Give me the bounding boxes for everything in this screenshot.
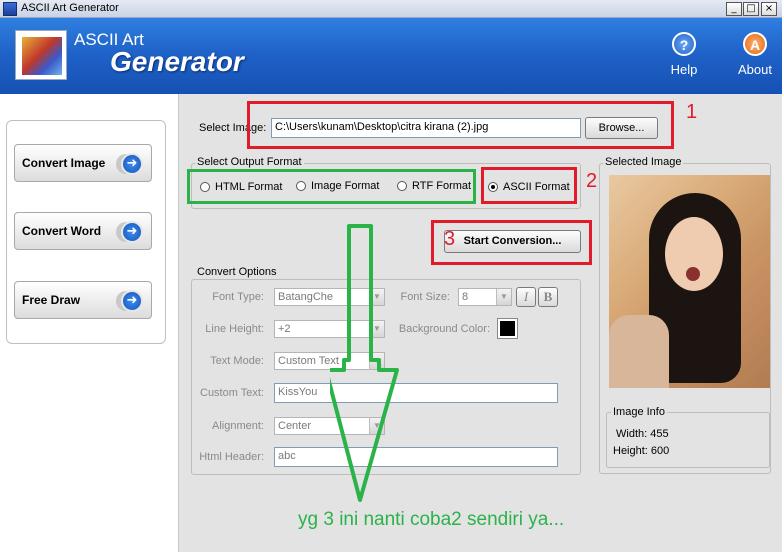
maximize-button[interactable]: □ (743, 2, 759, 16)
about-label: About (738, 62, 772, 77)
annotation-number-2: 2 (586, 170, 598, 192)
help-button[interactable]: ? Help (659, 32, 709, 82)
nav-label: Convert Word (22, 224, 102, 238)
html-format-label: HTML Format (215, 181, 283, 193)
window-title: ASCII Art Generator (21, 2, 119, 14)
rtf-format-radio[interactable] (397, 181, 407, 191)
app-logo (15, 30, 67, 80)
line-height-label: Line Height: (205, 323, 264, 335)
output-format-title: Select Output Format (195, 156, 304, 168)
app-header: ASCII Art Generator ? Help A About (0, 18, 782, 94)
help-label: Help (670, 62, 698, 77)
arrow-right-icon: ➜ (121, 221, 143, 243)
image-format-radio[interactable] (296, 181, 306, 191)
arrow-right-icon: ➜ (121, 153, 143, 175)
custom-text-input[interactable]: KissYou (274, 383, 558, 403)
text-mode-label: Text Mode: (210, 355, 264, 367)
background-color-picker[interactable] (497, 318, 518, 339)
image-info-group (606, 412, 770, 468)
font-size-value: 8 (462, 291, 469, 303)
dropdown-arrow-icon: ▼ (496, 289, 511, 305)
photo-mouth (686, 267, 700, 281)
font-type-value: BatangChe (278, 291, 334, 303)
font-size-label: Font Size: (400, 291, 450, 303)
image-info-title: Image Info (611, 406, 667, 418)
italic-button[interactable]: I (516, 287, 536, 307)
annotation-box-1 (247, 101, 674, 149)
app-icon (3, 2, 17, 16)
html-format-radio[interactable] (200, 182, 210, 192)
app-title-main: Generator (110, 46, 244, 77)
nav-label: Free Draw (22, 293, 81, 307)
minimize-button[interactable]: _ (726, 2, 742, 16)
arrow-right-icon: ➜ (121, 290, 143, 312)
annotation-number-1: 1 (686, 101, 698, 123)
convert-word-button[interactable]: Convert Word ➜ (14, 212, 152, 250)
left-panel: Convert Image ➜ Convert Word ➜ Free Draw… (0, 94, 178, 552)
selected-image-title: Selected Image (603, 156, 684, 168)
convert-options-title: Convert Options (195, 266, 279, 278)
nav-label: Convert Image (22, 156, 106, 170)
annotation-note: yg 3 ini nanti coba2 sendiri ya... (298, 509, 565, 530)
rtf-format-label: RTF Format (412, 180, 472, 192)
html-header-input[interactable]: abc (274, 447, 558, 467)
annotation-arrow-icon (330, 224, 399, 502)
help-icon: ? (672, 32, 696, 56)
annotation-box-3 (431, 220, 592, 265)
image-format-label: Image Format (311, 180, 380, 192)
font-size-select[interactable]: 8 ▼ (458, 288, 512, 306)
about-icon: A (743, 32, 767, 56)
color-swatch (500, 321, 515, 336)
free-draw-button[interactable]: Free Draw ➜ (14, 281, 152, 319)
annotation-box-2 (481, 167, 577, 204)
about-button[interactable]: A About (730, 32, 780, 82)
alignment-label: Alignment: (212, 420, 264, 432)
image-width-text: Width: 455 (616, 428, 669, 440)
selected-image-preview (609, 175, 770, 388)
title-bar: ASCII Art Generator _ □ × (0, 0, 782, 18)
alignment-value: Center (278, 420, 312, 432)
bold-button[interactable]: B (538, 287, 558, 307)
line-height-value: +2 (278, 323, 291, 335)
annotation-number-3: 3 (444, 228, 456, 250)
photo-arm (609, 315, 669, 388)
font-type-label: Font Type: (212, 291, 264, 303)
background-color-label: Background Color: (398, 323, 490, 335)
close-button[interactable]: × (761, 2, 777, 16)
convert-image-button[interactable]: Convert Image ➜ (14, 144, 152, 182)
custom-text-label: Custom Text: (200, 387, 264, 399)
html-header-label: Html Header: (199, 451, 264, 463)
image-height-text: Height: 600 (613, 445, 670, 457)
